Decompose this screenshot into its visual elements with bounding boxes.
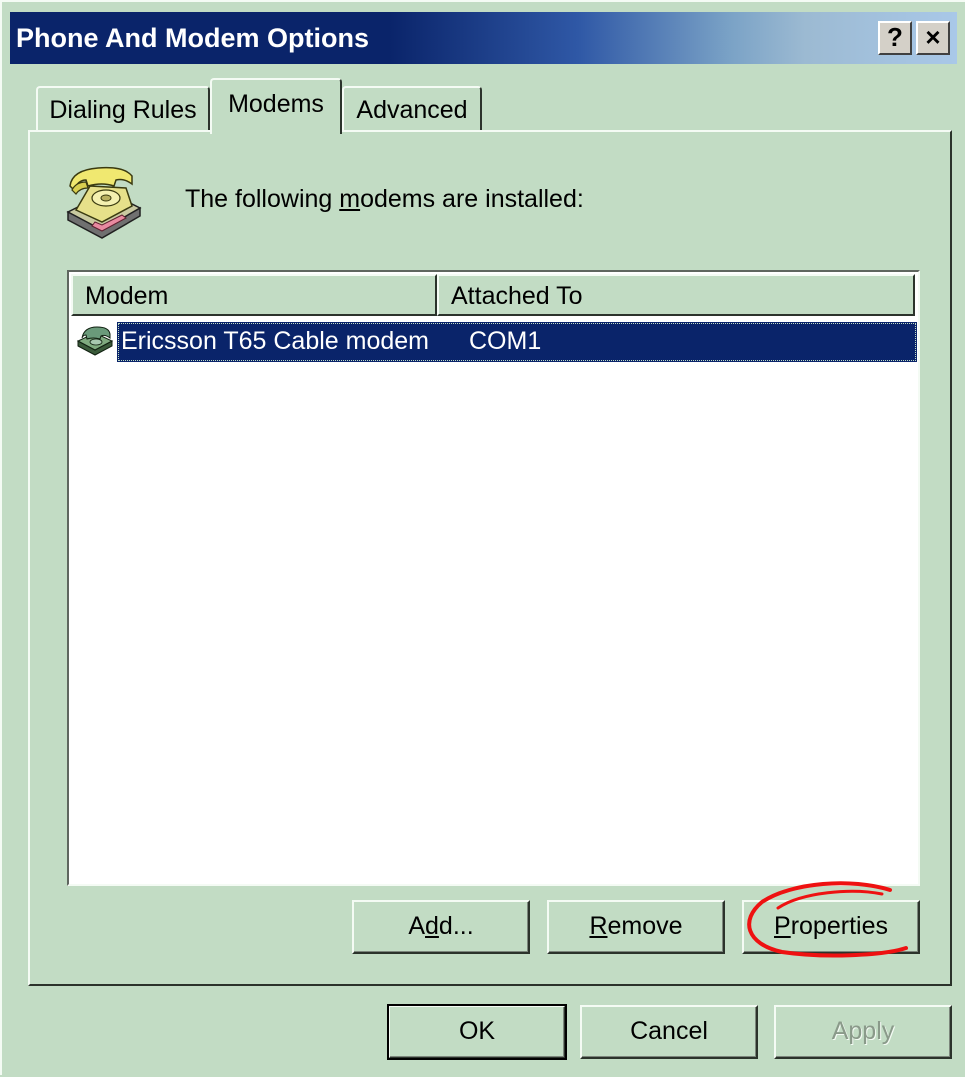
window-title: Phone And Modem Options [16,23,369,53]
title-bar[interactable]: Phone And Modem Options ? × [10,12,957,64]
cancel-button[interactable]: Cancel [580,1005,758,1059]
tab-advanced[interactable]: Advanced [342,86,482,130]
add-label-mnemonic: d [425,912,439,940]
modem-name-cell: Ericsson T65 Cable modem [121,327,430,355]
tab-dialing-rules[interactable]: Dialing Rules [36,86,210,130]
modem-list[interactable]: Modem Attached To Ericsson T65 Cable mod… [67,270,920,886]
remove-button[interactable]: Remove [547,900,725,954]
remove-label-mnemonic: R [589,912,608,940]
apply-button[interactable]: Apply [774,1005,952,1059]
tab-modems[interactable]: Modems [210,78,342,134]
help-button[interactable]: ? [878,21,912,55]
add-button[interactable]: Add... [352,900,530,954]
instruction-suffix: odems are installed: [360,185,584,213]
instruction-prefix: The following [185,185,340,213]
installed-modems-label: The following modems are installed: [185,185,584,214]
add-label-pre: A [408,912,426,940]
add-label-post: d... [438,912,474,940]
column-header-modem[interactable]: Modem [71,274,437,316]
properties-label-mnemonic: P [774,912,791,940]
close-button[interactable]: × [916,21,950,55]
attached-to-cell: COM1 [469,327,542,355]
remove-label-post: emove [607,912,683,940]
properties-label-post: roperties [790,912,888,940]
modem-icon [76,326,114,356]
telephone-icon [66,166,142,239]
properties-button[interactable]: Properties [742,900,920,954]
table-row[interactable]: Ericsson T65 Cable modem COM1 [71,322,917,362]
instruction-mnemonic: m [339,185,361,213]
column-header-attached-to[interactable]: Attached To [437,274,915,316]
ok-button[interactable]: OK [387,1004,567,1060]
dialog-window: Phone And Modem Options ? × Dialing Rule… [0,0,965,1075]
